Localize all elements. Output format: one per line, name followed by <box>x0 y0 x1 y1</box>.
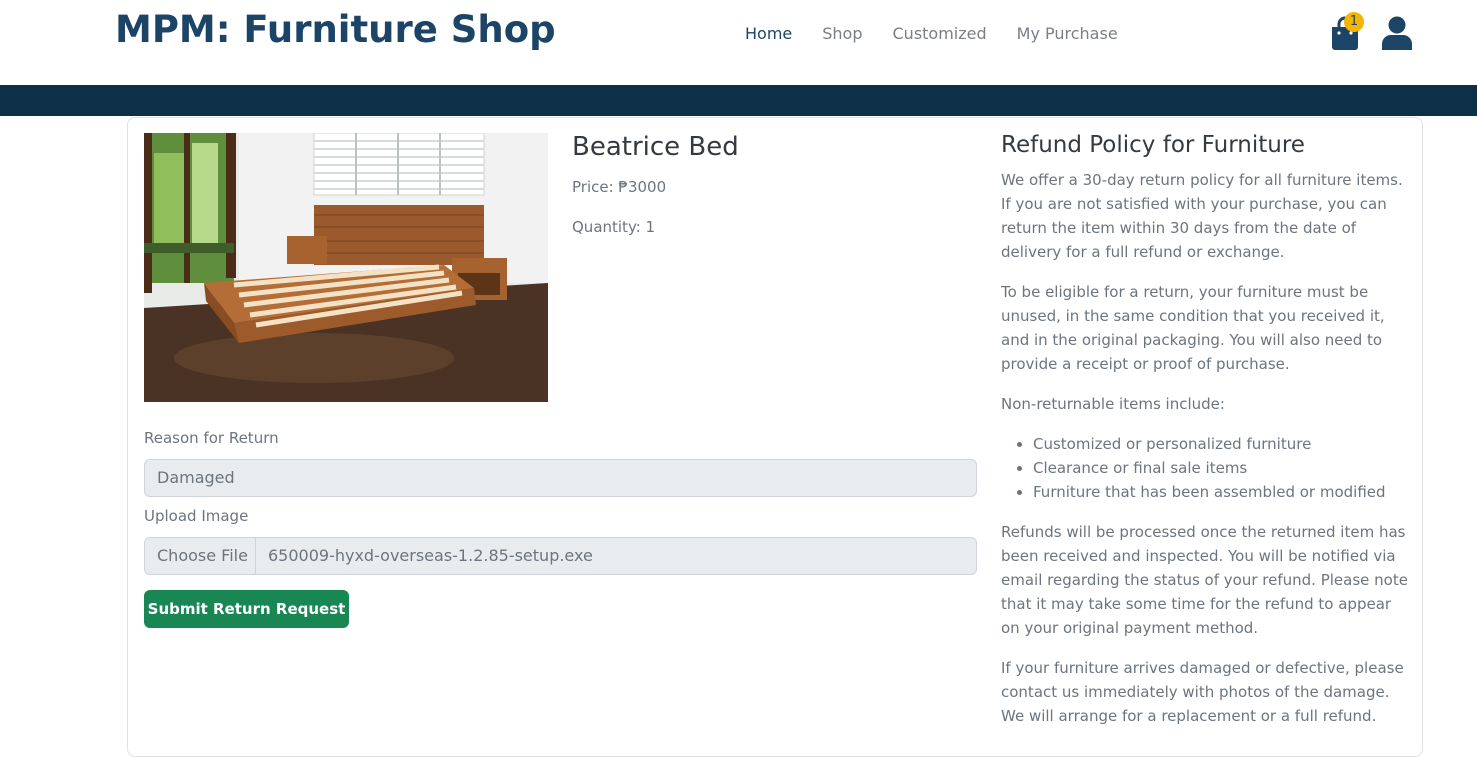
nav-customized[interactable]: Customized <box>893 24 987 43</box>
reason-label: Reason for Return <box>144 429 279 447</box>
account-button[interactable] <box>1381 16 1413 50</box>
policy-paragraph: Non-returnable items include: <box>1001 395 1225 413</box>
selected-file-name: 650009-hyxd-overseas-1.2.85-setup.exe <box>268 546 593 565</box>
reason-field[interactable]: Damaged <box>144 459 977 497</box>
nav-my-purchase[interactable]: My Purchase <box>1017 24 1118 43</box>
submit-return-button[interactable]: Submit Return Request <box>144 590 349 628</box>
refund-policy: Refund Policy for Furniture We offer a 3… <box>1001 132 1411 744</box>
nav-shop[interactable]: Shop <box>822 24 862 43</box>
brand-logo[interactable]: MPM: Furniture Shop <box>115 8 556 51</box>
policy-title: Refund Policy for Furniture <box>1001 132 1305 158</box>
choose-file-button[interactable]: Choose File <box>145 538 256 574</box>
policy-paragraph: If your furniture arrives damaged or def… <box>1001 659 1404 725</box>
product-name: Beatrice Bed <box>572 132 739 162</box>
policy-paragraph: We offer a 30-day return policy for all … <box>1001 171 1403 261</box>
return-request-card: Beatrice Bed Price: ₱3000 Quantity: 1 Re… <box>127 117 1423 757</box>
cart-count-badge: 1 <box>1344 12 1364 32</box>
nav-home[interactable]: Home <box>745 24 792 43</box>
main-nav: Home Shop Customized My Purchase <box>745 24 1148 43</box>
user-icon <box>1382 16 1412 50</box>
policy-paragraph: To be eligible for a return, your furnit… <box>1001 283 1385 373</box>
list-item: Furniture that has been assembled or mod… <box>1033 480 1411 504</box>
policy-paragraph: Refunds will be processed once the retur… <box>1001 523 1408 637</box>
list-item: Clearance or final sale items <box>1033 456 1411 480</box>
product-image <box>144 133 548 402</box>
non-returnable-list: Customized or personalized furniture Cle… <box>1033 432 1411 504</box>
site-header: MPM: Furniture Shop Home Shop Customized… <box>0 0 1477 85</box>
file-input[interactable]: Choose File 650009-hyxd-overseas-1.2.85-… <box>144 537 977 575</box>
upload-label: Upload Image <box>144 507 249 525</box>
header-banner <box>0 85 1477 116</box>
product-price: Price: ₱3000 <box>572 178 667 196</box>
list-item: Customized or personalized furniture <box>1033 432 1411 456</box>
product-quantity: Quantity: 1 <box>572 218 656 236</box>
cart-button[interactable]: 1 <box>1330 12 1364 50</box>
